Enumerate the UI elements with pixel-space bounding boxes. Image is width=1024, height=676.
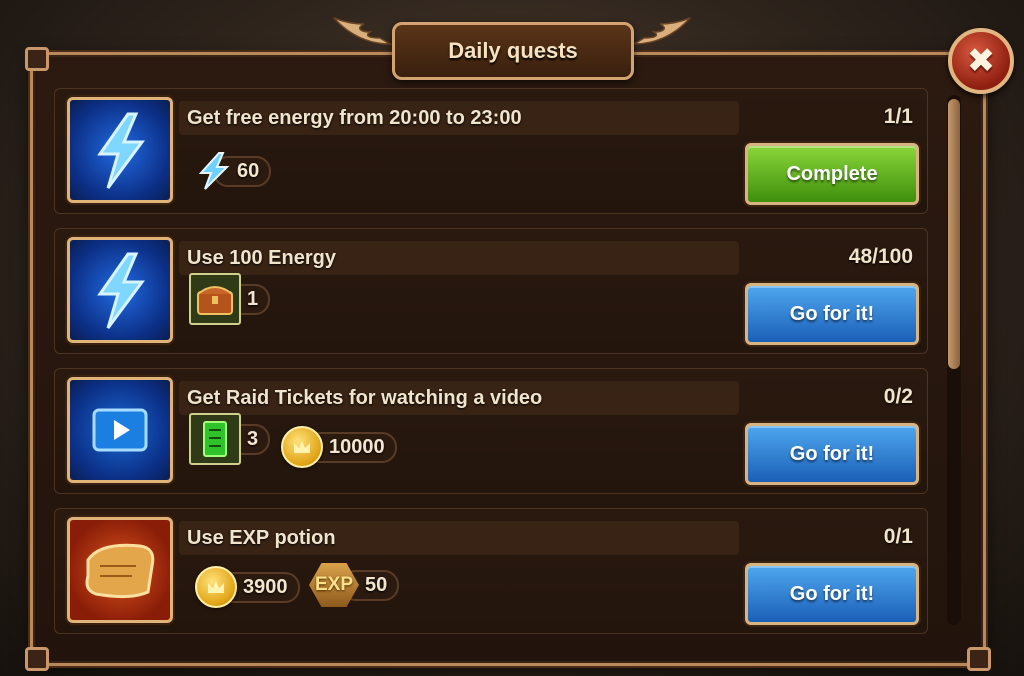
- reward-item: EXP 50: [309, 563, 400, 607]
- go-for-it-button[interactable]: Go for it!: [745, 283, 919, 345]
- quest-row: Get Raid Tickets for watching a video 0/…: [54, 368, 928, 494]
- page-title: Daily quests: [448, 38, 578, 63]
- close-icon: ✖: [966, 42, 996, 80]
- quest-title: Use 100 Energy: [179, 241, 739, 275]
- go-for-it-button[interactable]: Go for it!: [745, 423, 919, 485]
- quest-progress: 48/100: [848, 245, 913, 268]
- quest-row: Get free energy from 20:00 to 23:00 1/1 …: [54, 88, 928, 214]
- quest-row: Use EXP potion 0/1 3900 EXP 50 Go for it…: [54, 508, 928, 634]
- reward-item: 3900: [195, 566, 300, 608]
- title-plate: Daily quests: [392, 22, 634, 80]
- quest-progress: 0/2: [883, 385, 913, 408]
- energy-icon: [198, 152, 230, 190]
- quest-progress: 0/1: [883, 525, 913, 548]
- frame-corner: [967, 647, 991, 671]
- energy-icon: [67, 97, 173, 203]
- energy-icon: [67, 237, 173, 343]
- right-wing-ornament: [632, 17, 691, 45]
- reward-item: 3: [189, 413, 271, 465]
- frame-corner: [25, 647, 49, 671]
- gold-coin-icon: [195, 566, 237, 608]
- quest-progress: 1/1: [883, 105, 913, 128]
- quest-title: Get Raid Tickets for watching a video: [179, 381, 739, 415]
- scroll-icon: [67, 517, 173, 623]
- quest-title: Get free energy from 20:00 to 23:00: [179, 101, 739, 135]
- gold-coin-icon: [281, 426, 323, 468]
- scrollbar-thumb[interactable]: [948, 99, 960, 369]
- quest-title: Use EXP potion: [179, 521, 739, 555]
- close-button[interactable]: ✖: [948, 28, 1014, 94]
- frame-corner: [25, 47, 49, 71]
- quest-row: Use 100 Energy 48/100 1 Go for it!: [54, 228, 928, 354]
- scrollbar[interactable]: [947, 95, 961, 625]
- go-for-it-button[interactable]: Go for it!: [745, 563, 919, 625]
- chest-icon: [189, 273, 241, 325]
- reward-item: 1: [189, 273, 271, 325]
- left-wing-ornament: [333, 17, 392, 45]
- reward-item: 60: [197, 152, 272, 190]
- raid-ticket-icon: [189, 413, 241, 465]
- complete-button[interactable]: Complete: [745, 143, 919, 205]
- video-icon: [67, 377, 173, 483]
- reward-item: 10000: [281, 426, 397, 468]
